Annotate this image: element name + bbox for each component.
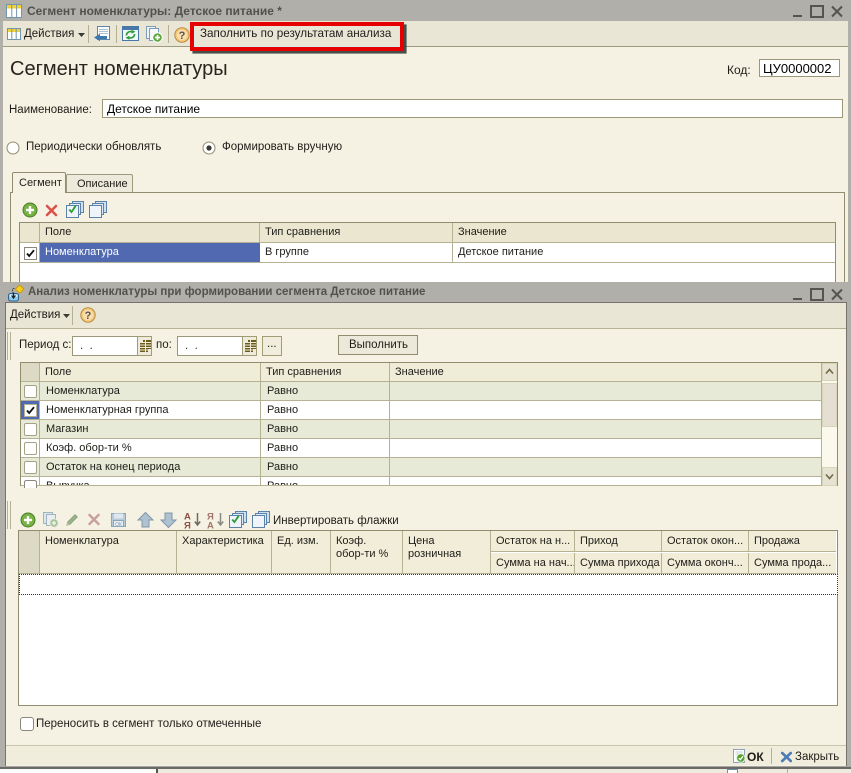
svg-text:?: ?: [179, 30, 186, 42]
svg-text:Я: Я: [184, 521, 191, 530]
svg-text:ОК: ОК: [115, 522, 122, 528]
svg-text:?: ?: [85, 310, 92, 322]
svg-text:А: А: [207, 521, 214, 530]
